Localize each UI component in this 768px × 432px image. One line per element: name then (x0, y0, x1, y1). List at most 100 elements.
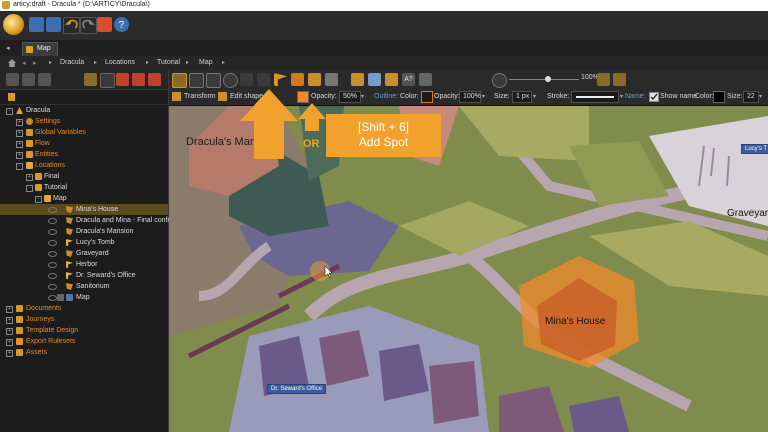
align-icon[interactable] (385, 73, 398, 86)
back-icon[interactable]: ◂ (22, 59, 30, 67)
redo-icon[interactable] (80, 17, 97, 34)
new-folder-icon[interactable] (22, 73, 35, 86)
stroke-select[interactable] (571, 91, 619, 103)
name-size-field[interactable]: 22 (743, 91, 759, 103)
chevron-down-icon[interactable]: ▾ (361, 93, 364, 100)
size-field[interactable]: 1 px (512, 91, 532, 103)
circle-icon[interactable] (223, 73, 238, 88)
save-icon[interactable] (29, 17, 44, 32)
expand-icon[interactable]: + (6, 350, 13, 357)
grid-icon[interactable] (419, 73, 432, 86)
collapse-icon[interactable]: - (35, 196, 42, 203)
expand-icon[interactable]: + (6, 328, 13, 335)
chevron-down-icon[interactable]: ▾ (620, 93, 623, 100)
eye-icon[interactable] (48, 251, 57, 257)
sort-icon[interactable] (38, 73, 51, 86)
collapse-icon[interactable]: - (16, 163, 23, 170)
show-name-checkbox[interactable] (649, 92, 659, 102)
eye-icon[interactable] (48, 240, 57, 246)
zoom-icon[interactable] (492, 73, 507, 88)
tree-item-assets[interactable]: + Assets (0, 347, 168, 358)
select-tool-icon[interactable] (172, 73, 187, 88)
zoom-reset-icon[interactable] (613, 73, 626, 86)
collapse-icon[interactable]: - (6, 108, 13, 115)
articy-logo-icon[interactable] (3, 14, 24, 35)
tree-item-final[interactable]: + Final (0, 171, 168, 182)
transform-button[interactable]: Transform (184, 93, 216, 100)
square-icon[interactable] (206, 73, 221, 88)
spot-label-dr-sewards-office[interactable]: Dr. Seward's Office (267, 384, 327, 394)
tree-item-minas-house[interactable]: Mina's House (0, 204, 168, 215)
tree-root[interactable]: - Dracula (0, 105, 168, 116)
outline-color-swatch[interactable] (421, 91, 433, 103)
pin-icon[interactable] (291, 73, 304, 86)
expand-icon[interactable]: + (16, 130, 23, 137)
lock-icon[interactable] (57, 294, 64, 301)
outline-opacity-field[interactable]: 100% (459, 91, 481, 103)
home-icon[interactable] (8, 59, 16, 67)
chevron-down-icon[interactable]: ▾ (759, 93, 762, 100)
tree-item-draculas-mansion[interactable]: Dracula's Mansion (0, 226, 168, 237)
eye-icon[interactable] (48, 229, 57, 235)
tree-item-journeys[interactable]: + Journeys (0, 314, 168, 325)
eye-icon[interactable] (48, 273, 57, 279)
fit-view-icon[interactable] (597, 73, 610, 86)
eye-icon[interactable] (48, 295, 57, 301)
tree-item-entities[interactable]: + Entities (0, 149, 168, 160)
curve-icon[interactable] (240, 73, 253, 86)
document-icon[interactable] (8, 93, 15, 101)
warning-icon[interactable] (132, 73, 145, 86)
expand-icon[interactable]: + (26, 174, 33, 181)
filter-icon[interactable] (84, 73, 97, 86)
arrange-icon[interactable] (368, 73, 381, 86)
tree-item-graveyard[interactable]: Graveyard (0, 248, 168, 259)
tree-item-dr-sewards-office[interactable]: Dr. Seward's Office (0, 270, 168, 281)
expand-icon[interactable]: + (16, 141, 23, 148)
save-all-icon[interactable] (46, 17, 61, 32)
eye-icon[interactable] (48, 284, 57, 290)
tab-map[interactable]: Map (22, 42, 58, 56)
link-icon[interactable] (308, 73, 321, 86)
zoom-slider-thumb[interactable] (545, 76, 551, 82)
layer-icon[interactable] (351, 73, 364, 86)
tree-item-tutorial[interactable]: - Tutorial (0, 182, 168, 193)
rectangle-zone-icon[interactable] (189, 73, 204, 88)
eye-icon[interactable] (48, 218, 57, 224)
target-icon[interactable] (100, 73, 115, 88)
tree-view-icon[interactable] (6, 73, 19, 86)
tree-item-template-design[interactable]: + Template Design (0, 325, 168, 336)
publish-icon[interactable] (97, 17, 112, 32)
expand-icon[interactable]: + (16, 119, 23, 126)
spot-label-lucys-tomb[interactable]: Lucy's T (741, 144, 768, 154)
tree-item-documents[interactable]: + Documents (0, 303, 168, 314)
breadcrumb-item[interactable]: Map (199, 59, 213, 66)
zoom-slider[interactable] (509, 76, 579, 82)
opacity-field[interactable]: 50% (339, 91, 361, 103)
tree-item-map-image[interactable]: Map (0, 292, 168, 303)
name-color-swatch[interactable] (713, 91, 725, 103)
search-icon[interactable] (116, 73, 129, 86)
tree-item-locations[interactable]: - Locations (0, 160, 168, 171)
tab-menu-icon[interactable]: ◂ (6, 44, 14, 52)
help-icon[interactable]: ? (114, 17, 129, 32)
forward-icon[interactable]: ▸ (33, 59, 41, 67)
tree-item-herbor[interactable]: Herbor (0, 259, 168, 270)
eye-icon[interactable] (48, 262, 57, 268)
add-spot-icon[interactable] (274, 73, 287, 86)
expand-icon[interactable]: + (6, 306, 13, 313)
tree-item-flow[interactable]: + Flow (0, 138, 168, 149)
eye-icon[interactable] (48, 207, 57, 213)
delete-icon[interactable] (148, 73, 161, 86)
path-icon[interactable] (257, 73, 270, 86)
breadcrumb-item[interactable]: Tutorial (157, 59, 180, 66)
collapse-icon[interactable]: - (26, 185, 33, 192)
text-icon[interactable]: A? (402, 73, 415, 86)
tree-item-map[interactable]: - Map (0, 193, 168, 204)
tree-item-export-rulesets[interactable]: + Export Rulesets (0, 336, 168, 347)
tree-item-sanitorium[interactable]: Sanitorium (0, 281, 168, 292)
map-label-minas-house[interactable]: Mina's House (545, 316, 605, 327)
tree-item-global-variables[interactable]: + Global Variables (0, 127, 168, 138)
tree-item-settings[interactable]: + Settings (0, 116, 168, 127)
expand-icon[interactable]: + (6, 317, 13, 324)
undo-icon[interactable] (63, 17, 80, 34)
